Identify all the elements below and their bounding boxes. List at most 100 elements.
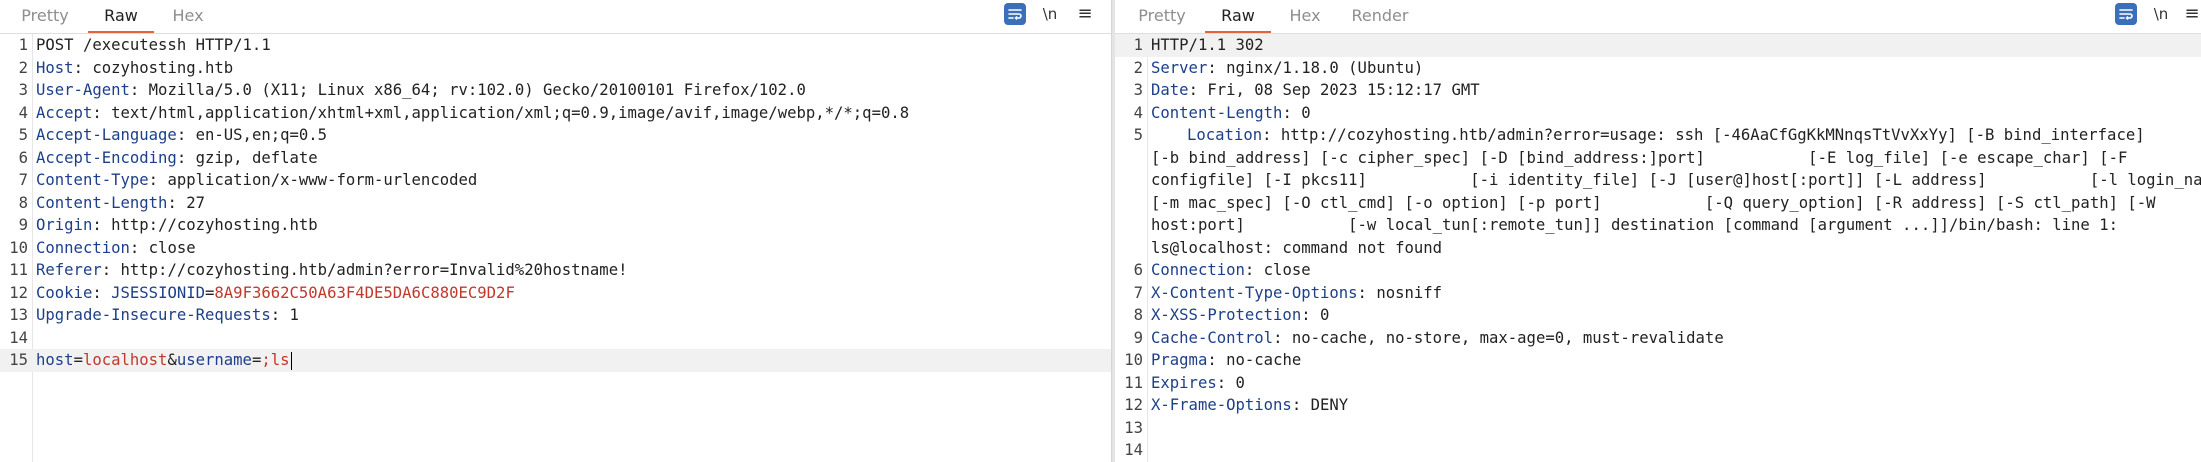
header-name: Date bbox=[1151, 81, 1189, 99]
code-line: 13 Upgrade-Insecure-Requests: 1 bbox=[0, 304, 1111, 327]
header-separator: : bbox=[73, 58, 93, 77]
request-tab-pretty[interactable]: Pretty bbox=[14, 0, 76, 31]
line-number: 11 bbox=[9, 261, 28, 279]
request-tab-raw[interactable]: Raw bbox=[88, 0, 154, 33]
header-name: Pragma bbox=[1151, 351, 1208, 369]
response-tab-render[interactable]: Render bbox=[1345, 0, 1415, 31]
header-separator: : bbox=[1188, 81, 1208, 99]
response-wrap-lines-button[interactable] bbox=[2115, 3, 2137, 25]
header-separator: : bbox=[1262, 126, 1281, 144]
line-content: User-Agent: Mozilla/5.0 (X11; Linux x86_… bbox=[36, 79, 1103, 102]
header-separator: : bbox=[129, 238, 149, 257]
line-content: Content-Length: 27 bbox=[36, 192, 1103, 215]
code-line: 14 bbox=[0, 327, 1111, 350]
code-line: 3 User-Agent: Mozilla/5.0 (X11; Linux x86… bbox=[0, 79, 1111, 102]
code-line: 1 HTTP/1.1 302 bbox=[1115, 34, 2201, 57]
header-name: Connection bbox=[36, 238, 130, 257]
line-number: 3 bbox=[18, 81, 28, 99]
hamburger-menu-icon[interactable]: ≡ bbox=[1074, 3, 1096, 25]
response-viewer[interactable]: 1 HTTP/1.1 302 2 Server: nginx/1.18.0 (Ubun… bbox=[1115, 34, 2201, 462]
header-value: cozyhosting.htb bbox=[92, 58, 234, 77]
response-tab-raw[interactable]: Raw bbox=[1205, 0, 1271, 33]
code-line: 8 Content-Length: 27 bbox=[0, 192, 1111, 215]
line-number: 12 bbox=[1124, 396, 1143, 414]
line-content: Upgrade-Insecure-Requests: 1 bbox=[36, 304, 1103, 327]
line-content: Cookie: JSESSIONID=8A9F3662C50A63F4DE5DA… bbox=[36, 282, 1103, 305]
header-name: Content-Type bbox=[36, 171, 149, 189]
line-content: Content-Type: application/x-www-form-url… bbox=[36, 169, 1103, 192]
code-line: 4 Content-Length: 0 bbox=[1115, 102, 2201, 125]
param-name: username bbox=[176, 351, 252, 369]
line-content: Accept-Language: en-US,en;q=0.5 bbox=[36, 124, 1103, 147]
header-name: Accept-Language bbox=[36, 126, 177, 144]
response-tab-pretty[interactable]: Pretty bbox=[1131, 0, 1193, 31]
header-value: gzip, deflate bbox=[195, 148, 318, 167]
header-value: close bbox=[148, 238, 196, 257]
header-name: Server bbox=[1151, 58, 1208, 77]
header-name: Accept bbox=[36, 103, 93, 122]
header-value: en-US,en;q=0.5 bbox=[195, 126, 328, 144]
line-number: 10 bbox=[9, 238, 28, 257]
header-value: http://cozyhosting.htb/admin?error=usage… bbox=[1151, 126, 2201, 257]
line-number: 9 bbox=[18, 216, 28, 234]
line-number: 5 bbox=[18, 126, 28, 144]
line-content: Host: cozyhosting.htb bbox=[36, 57, 1103, 80]
cookie-name: JSESSIONID bbox=[111, 283, 206, 302]
line-content: X-XSS-Protection: 0 bbox=[1151, 304, 2193, 327]
code-line: 3 Date: Fri, 08 Sep 2023 15:12:17 GMT bbox=[1115, 79, 2201, 102]
cookie-value: 8A9F3662C50A63F4DE5DA6C880EC9D2F bbox=[214, 283, 515, 302]
param-name: host bbox=[36, 351, 74, 369]
text-caret bbox=[290, 351, 292, 370]
response-tab-hex[interactable]: Hex bbox=[1285, 0, 1325, 31]
param-separator: & bbox=[167, 351, 177, 369]
header-name: User-Agent bbox=[36, 81, 130, 99]
code-line: 11 Expires: 0 bbox=[1115, 372, 2201, 395]
header-name: Origin bbox=[36, 216, 93, 234]
header-name: Expires bbox=[1151, 373, 1217, 392]
line-content: Location: http://cozyhosting.htb/admin?e… bbox=[1151, 126, 2201, 257]
header-name: Location bbox=[1187, 126, 1263, 144]
header-separator: : bbox=[167, 193, 187, 212]
request-tab-hex[interactable]: Hex bbox=[168, 0, 208, 31]
code-line: 5 Accept-Language: en-US,en;q=0.5 bbox=[0, 124, 1111, 147]
line-number: 9 bbox=[1133, 328, 1143, 347]
header-value: DENY bbox=[1310, 396, 1349, 414]
header-value: http://cozyhosting.htb/admin?error=Inval… bbox=[120, 261, 628, 279]
line-number: 14 bbox=[9, 328, 28, 347]
header-separator: : bbox=[1273, 328, 1292, 347]
code-line: 15 host=localhost&username=;ls bbox=[0, 349, 1111, 372]
line-text: POST /executessh HTTP/1.1 bbox=[36, 36, 271, 54]
hamburger-menu-icon[interactable]: ≡ bbox=[2183, 3, 2201, 25]
header-separator: : bbox=[92, 283, 112, 302]
param-value: localhost bbox=[82, 351, 168, 369]
code-line: 9 Origin: http://cozyhosting.htb bbox=[0, 214, 1111, 237]
code-line: 12 X-Frame-Options: DENY bbox=[1115, 394, 2201, 417]
code-line: 13 bbox=[1115, 417, 2201, 440]
header-value: nosniff bbox=[1376, 283, 1443, 302]
line-number: 4 bbox=[18, 103, 28, 122]
header-separator: : bbox=[1357, 283, 1377, 302]
line-number: 13 bbox=[1124, 418, 1143, 437]
show-newlines-icon[interactable]: \n bbox=[2150, 3, 2172, 25]
header-value: 0 bbox=[1320, 306, 1330, 324]
line-number: 12 bbox=[9, 283, 28, 302]
response-tab-bar: Pretty Raw Hex Render \n ≡ bbox=[1115, 0, 2201, 34]
line-number: 7 bbox=[18, 171, 28, 189]
param-value: ;ls bbox=[261, 351, 290, 369]
request-editor-pane: Pretty Raw Hex \n ≡ 1 POST /executessh HT… bbox=[0, 0, 1111, 462]
header-name: Upgrade-Insecure-Requests bbox=[36, 306, 271, 324]
line-number: 8 bbox=[18, 193, 28, 212]
line-content: Accept-Encoding: gzip, deflate bbox=[36, 147, 1103, 170]
line-content: POST /executessh HTTP/1.1 bbox=[36, 34, 1103, 57]
code-line: 5 Location: http://cozyhosting.htb/admin?… bbox=[1115, 124, 2201, 259]
header-separator: : bbox=[101, 261, 121, 279]
code-line: 10 Pragma: no-cache bbox=[1115, 349, 2201, 372]
header-value: 1 bbox=[289, 306, 299, 324]
line-number: 2 bbox=[18, 58, 28, 77]
line-number: 5 bbox=[1133, 126, 1143, 144]
request-editor[interactable]: 1 POST /executessh HTTP/1.1 2 Host: cozyhos… bbox=[0, 34, 1111, 462]
code-line: 14 bbox=[1115, 439, 2201, 462]
show-newlines-icon[interactable]: \n bbox=[1039, 3, 1061, 25]
header-separator: : bbox=[148, 171, 168, 189]
request-wrap-lines-button[interactable] bbox=[1004, 3, 1026, 25]
